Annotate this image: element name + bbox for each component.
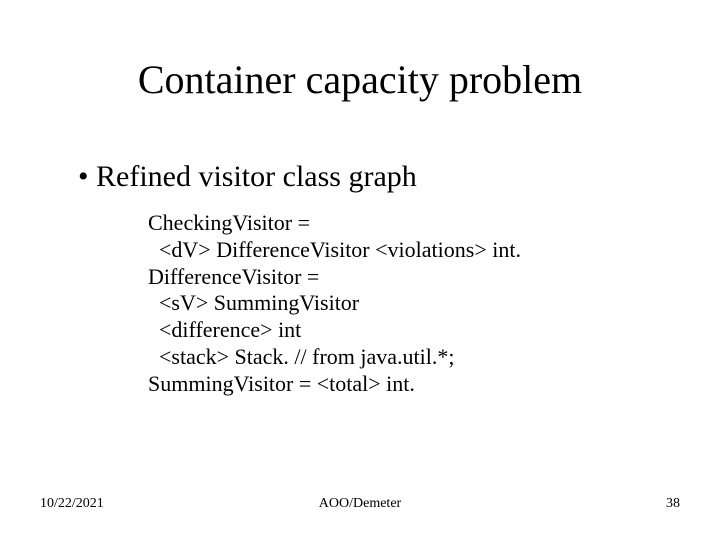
code-line: DifferenceVisitor = (148, 264, 319, 289)
bullet-marker: • (78, 160, 96, 194)
code-line: CheckingVisitor = (148, 210, 310, 235)
code-line: <stack> Stack. // from java.util.*; (148, 344, 454, 369)
bullet-text: Refined visitor class graph (96, 160, 417, 193)
bullet-item: •Refined visitor class graph (78, 160, 417, 194)
code-line: <difference> int (148, 317, 301, 342)
slide: Container capacity problem •Refined visi… (0, 0, 720, 540)
footer-center: AOO/Demeter (0, 496, 720, 512)
code-block: CheckingVisitor = <dV> DifferenceVisitor… (148, 210, 521, 398)
slide-title: Container capacity problem (0, 56, 720, 103)
code-line: SummingVisitor = <total> int. (148, 371, 415, 396)
code-line: <sV> SummingVisitor (148, 290, 359, 315)
footer-page-number: 38 (666, 496, 680, 512)
code-line: <dV> DifferenceVisitor <violations> int. (148, 237, 521, 262)
